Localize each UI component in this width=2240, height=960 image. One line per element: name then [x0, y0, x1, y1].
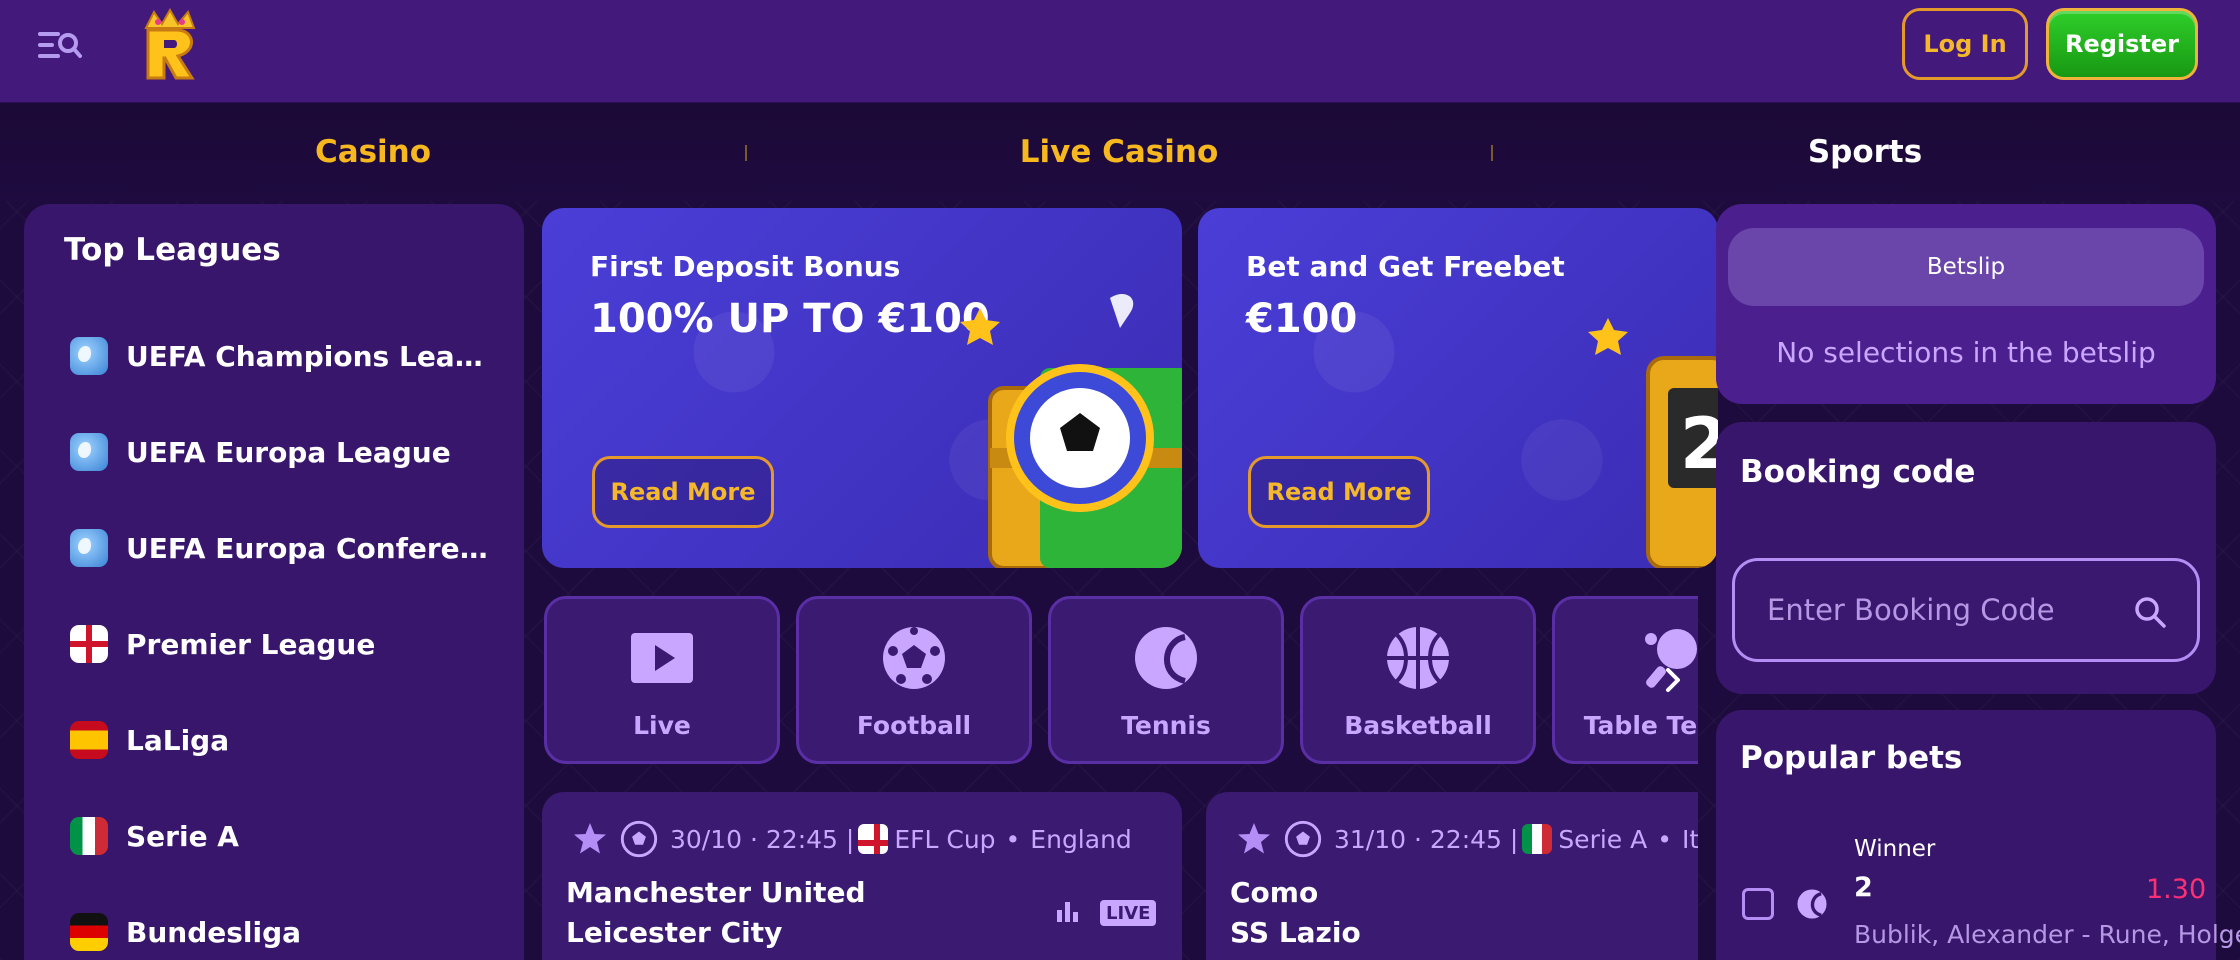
- league-item-bundesliga[interactable]: Bundesliga: [70, 902, 510, 960]
- globe-icon: [70, 529, 108, 567]
- england-flag-icon: [858, 824, 889, 854]
- away-team: SS Lazio: [1230, 916, 1361, 949]
- top-leagues-title: Top Leagues: [64, 232, 281, 268]
- svg-text:2: 2: [1680, 403, 1718, 485]
- bet-selection: 2: [1854, 872, 1873, 903]
- live-play-icon: [631, 633, 693, 683]
- home-team: Manchester United: [566, 876, 866, 909]
- bet-select-checkbox[interactable]: [1742, 888, 1774, 920]
- category-label: Table Tennis: [1583, 711, 1698, 740]
- star-icon[interactable]: [572, 821, 608, 857]
- separator-dot: •: [1005, 824, 1021, 854]
- category-label: Live: [633, 711, 691, 740]
- booking-code-title: Booking code: [1740, 454, 1976, 490]
- germany-flag-icon: [70, 913, 108, 951]
- nav-sports[interactable]: Sports: [1492, 103, 2238, 201]
- promo-title: Bet and Get Freebet: [1246, 250, 1565, 283]
- bet-event: Bublik, Alexander - Rune, Holger: [1854, 920, 2240, 949]
- league-item-europa-league[interactable]: UEFA Europa League: [70, 422, 510, 482]
- booking-code-panel: Booking code: [1716, 422, 2216, 694]
- star-icon[interactable]: [1236, 821, 1272, 857]
- chevron-right-icon[interactable]: [1656, 660, 1690, 700]
- promo-card-first-deposit[interactable]: First Deposit Bonus 100% UP TO €100 Read…: [542, 208, 1182, 568]
- match-competition: EFL Cup: [894, 824, 996, 854]
- basketball-icon: [1387, 627, 1449, 689]
- popular-bets-panel: Popular bets Winner 2 1.30 Bublik, Alexa…: [1716, 710, 2240, 960]
- match-country: Italy: [1681, 824, 1698, 854]
- globe-icon: [70, 337, 108, 375]
- match-datetime: 30/10 · 22:45 |: [670, 824, 855, 854]
- sport-categories: Live Football Tennis Basketball Table Te: [542, 590, 1698, 770]
- league-item-premier-league[interactable]: Premier League: [70, 614, 510, 674]
- league-label: UEFA Europa League: [126, 435, 451, 469]
- booking-code-input[interactable]: [1767, 593, 2147, 627]
- betslip-tab[interactable]: Betslip: [1728, 228, 2204, 306]
- betslip-panel: Betslip No selections in the betslip: [1716, 204, 2216, 404]
- league-label: UEFA Champions League: [126, 339, 496, 373]
- england-flag-icon: [70, 625, 108, 663]
- read-more-button[interactable]: Read More: [592, 456, 774, 528]
- league-item-conference-league[interactable]: UEFA Europa Conference League: [70, 518, 510, 578]
- bet-odds[interactable]: 1.30: [2146, 874, 2206, 905]
- promo-title: First Deposit Bonus: [590, 250, 901, 283]
- league-item-laliga[interactable]: LaLiga: [70, 710, 510, 770]
- booking-code-field: [1732, 558, 2200, 662]
- league-label: LaLiga: [126, 723, 230, 757]
- category-label: Tennis: [1121, 711, 1211, 740]
- category-basketball[interactable]: Basketball: [1300, 596, 1536, 764]
- match-list: 30/10 · 22:45 | EFL Cup • England Manche…: [542, 792, 1698, 960]
- league-label: Bundesliga: [126, 915, 302, 949]
- tennis-icon: [1797, 889, 1827, 919]
- nav-casino[interactable]: Casino: [0, 103, 746, 201]
- football-icon: [1284, 820, 1322, 858]
- league-label: Serie A: [126, 819, 239, 853]
- league-item-serie-a[interactable]: Serie A: [70, 806, 510, 866]
- match-meta: 31/10 · 22:45 | Serie A • Italy: [1236, 820, 1698, 858]
- category-tennis[interactable]: Tennis: [1048, 596, 1284, 764]
- league-label: UEFA Europa Conference League: [126, 531, 496, 565]
- nav-live-casino[interactable]: Live Casino: [746, 103, 1492, 201]
- match-datetime: 31/10 · 22:45 |: [1334, 824, 1519, 854]
- promo-card-freebet[interactable]: Bet and Get Freebet €100 Read More 2: [1198, 208, 1718, 568]
- league-label: Premier League: [126, 627, 376, 661]
- home-team: Como: [1230, 876, 1319, 909]
- treasure-chest-football-icon: [950, 268, 1182, 568]
- register-button[interactable]: Register: [2046, 8, 2198, 80]
- tennis-icon: [1135, 627, 1197, 689]
- category-label: Basketball: [1344, 711, 1492, 740]
- italy-flag-icon: [70, 817, 108, 855]
- football-icon: [620, 820, 658, 858]
- bet-market: Winner: [1854, 836, 1936, 862]
- read-more-button[interactable]: Read More: [1248, 456, 1430, 528]
- login-button[interactable]: Log In: [1902, 8, 2028, 80]
- category-live[interactable]: Live: [544, 596, 780, 764]
- stats-icon[interactable]: [1054, 898, 1080, 924]
- globe-icon: [70, 433, 108, 471]
- top-navigation: Casino Live Casino Sports: [0, 103, 2240, 201]
- promo-amount: 100% UP TO €100: [590, 296, 990, 342]
- search-icon[interactable]: [2133, 595, 2167, 629]
- popular-bets-title: Popular bets: [1740, 740, 1963, 776]
- menu-search-icon[interactable]: [36, 26, 84, 66]
- treasure-chest-counter-icon: 2: [1588, 268, 1718, 568]
- italy-flag-icon: [1522, 824, 1553, 854]
- live-badge: LIVE: [1100, 900, 1157, 926]
- brand-logo[interactable]: [138, 6, 202, 82]
- league-item-champions-league[interactable]: UEFA Champions League: [70, 326, 510, 386]
- category-football[interactable]: Football: [796, 596, 1032, 764]
- football-icon: [883, 627, 945, 689]
- header: Log In Register: [0, 0, 2240, 103]
- away-team: Leicester City: [566, 916, 783, 949]
- spain-flag-icon: [70, 721, 108, 759]
- match-country: England: [1030, 824, 1132, 854]
- top-leagues-panel: Top Leagues UEFA Champions League UEFA E…: [24, 204, 524, 960]
- match-meta: 30/10 · 22:45 | EFL Cup • England: [572, 820, 1132, 858]
- betslip-empty-message: No selections in the betslip: [1776, 336, 2156, 369]
- match-card[interactable]: 31/10 · 22:45 | Serie A • Italy Como SS …: [1206, 792, 1698, 960]
- separator-dot: •: [1657, 824, 1672, 854]
- promo-amount: €100: [1246, 296, 1358, 342]
- category-label: Football: [856, 711, 972, 740]
- match-competition: Serie A: [1558, 824, 1648, 854]
- match-card[interactable]: 30/10 · 22:45 | EFL Cup • England Manche…: [542, 792, 1182, 960]
